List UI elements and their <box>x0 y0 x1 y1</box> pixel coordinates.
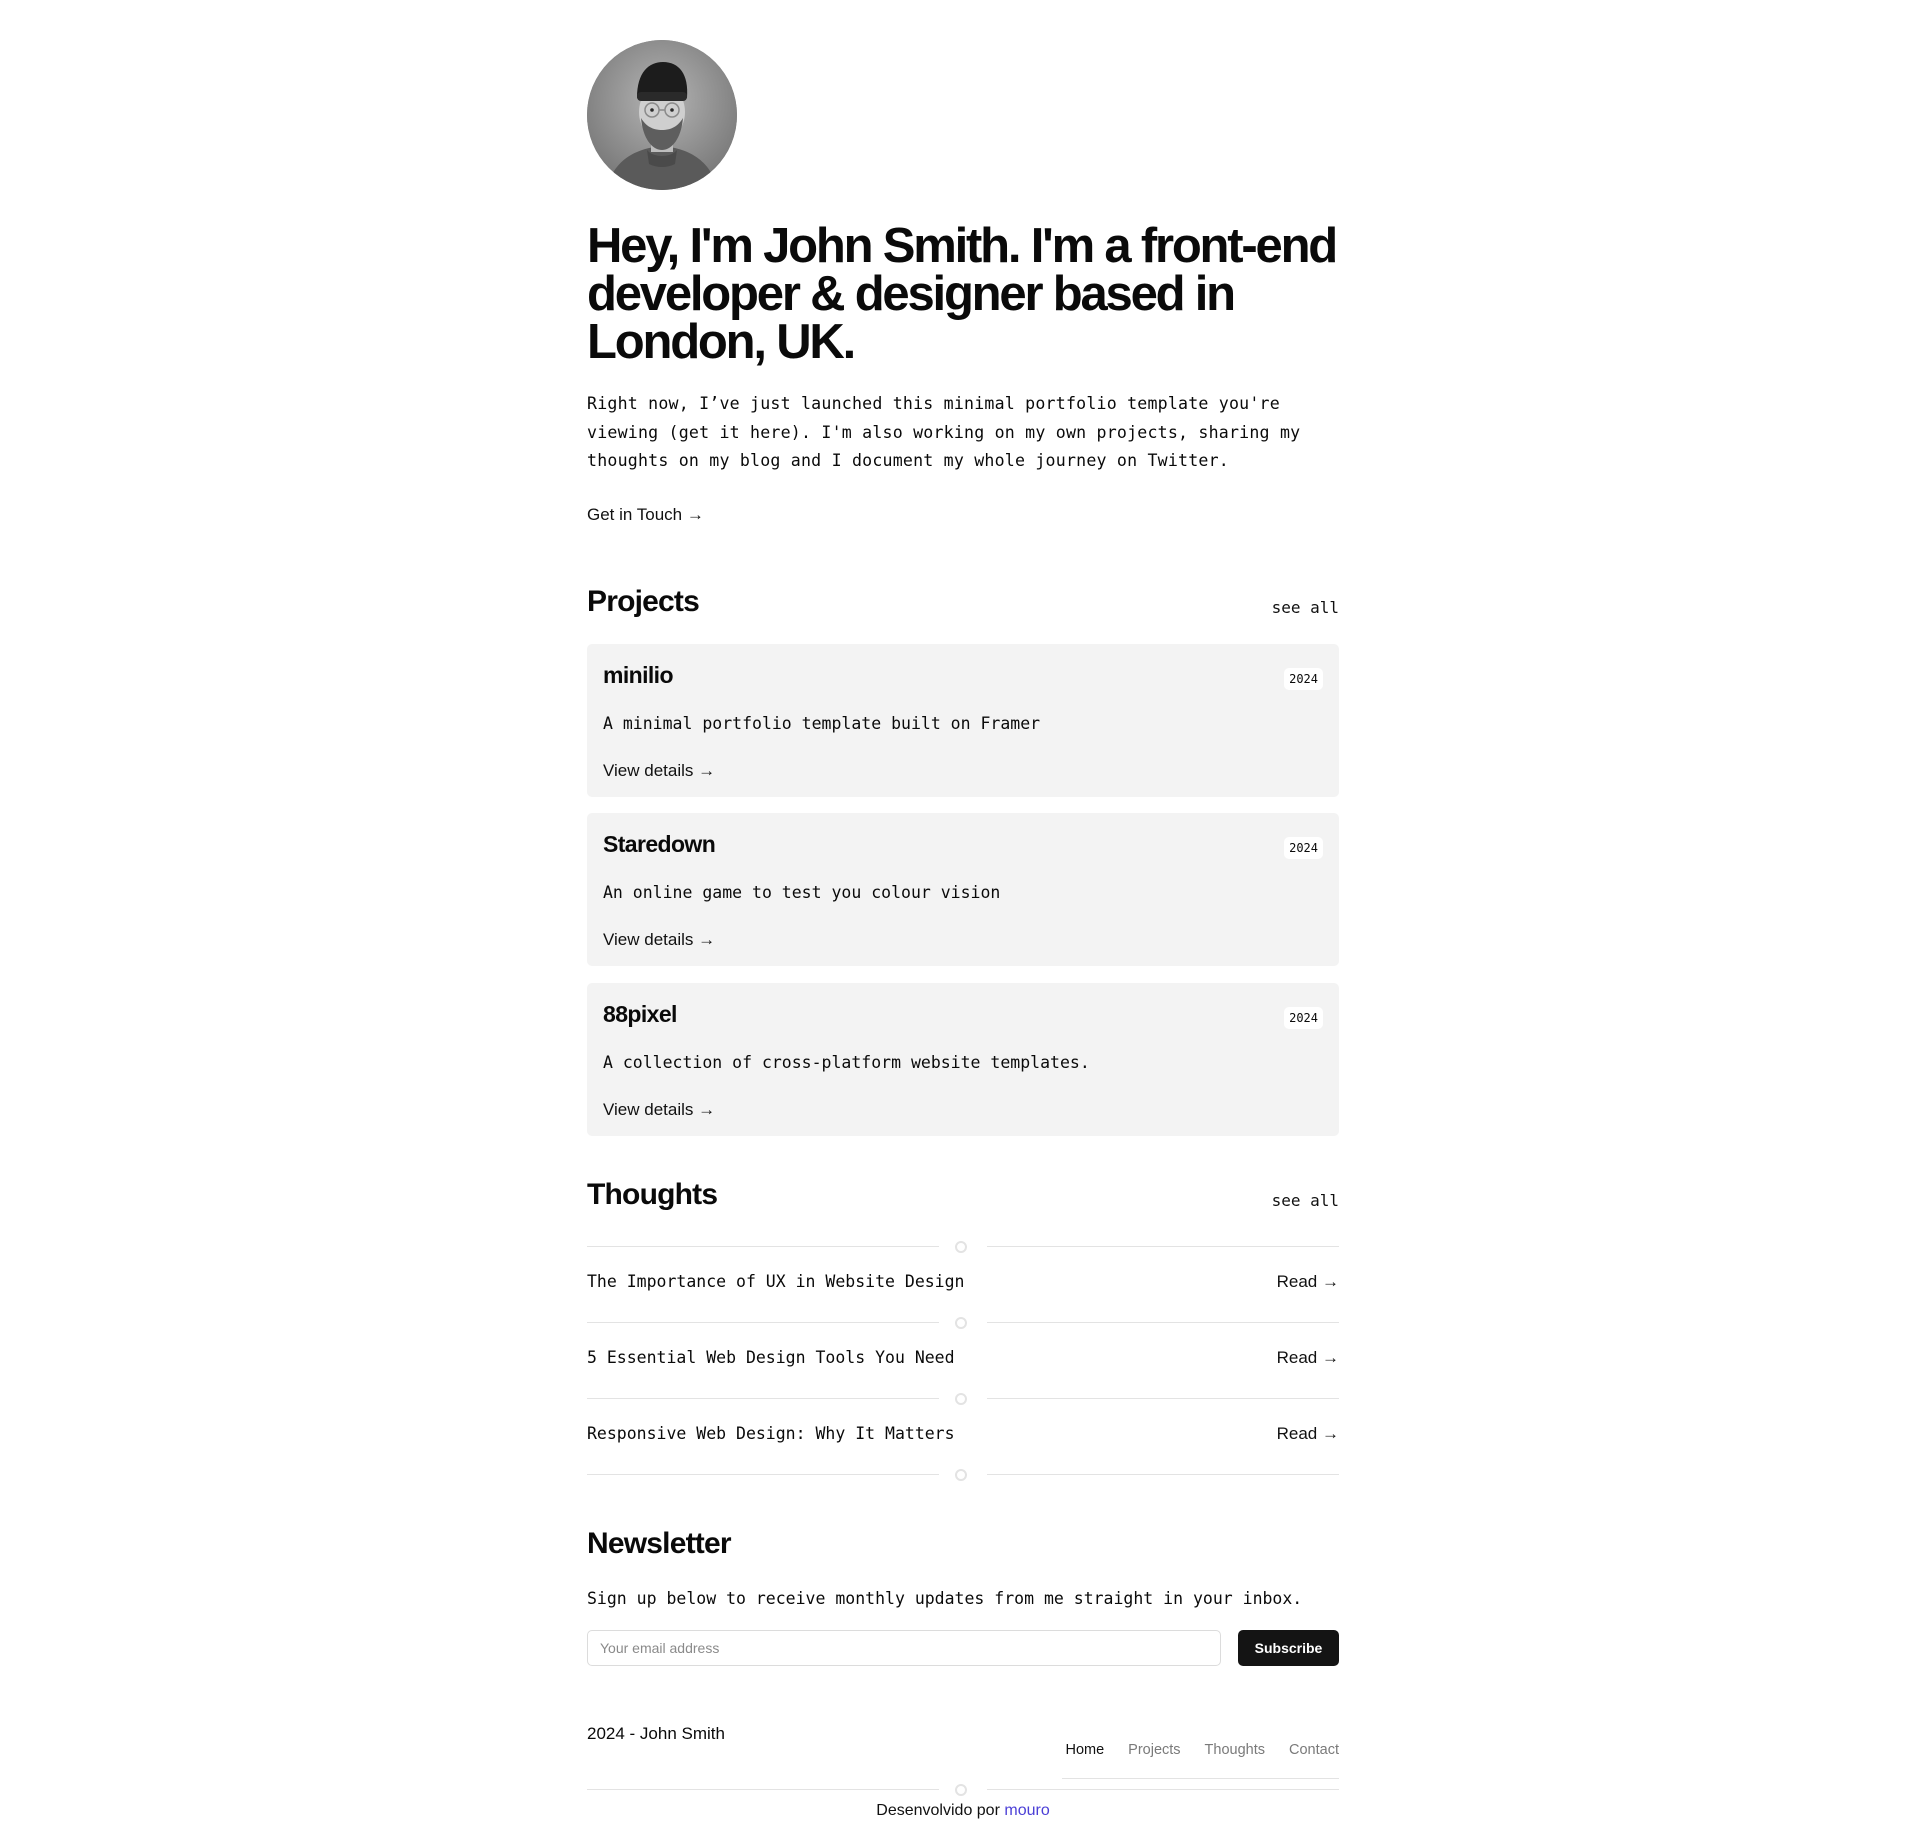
get-in-touch-link[interactable]: Get in Touch → <box>587 505 704 525</box>
project-view-details-link[interactable]: View details → <box>603 761 715 781</box>
thoughts-heading: Thoughts <box>587 1178 718 1211</box>
project-view-details-link[interactable]: View details → <box>603 1100 715 1120</box>
thought-read-link[interactable]: Read → <box>1277 1348 1339 1368</box>
thought-read-link[interactable]: Read → <box>1277 1272 1339 1292</box>
project-description: An online game to test you colour vision <box>603 883 1001 902</box>
hero-intro-text: Right now, I’ve just launched this minim… <box>587 394 1301 470</box>
thoughts-divider <box>587 1467 1339 1483</box>
email-field[interactable] <box>587 1630 1221 1666</box>
hero-title: Hey, I'm John Smith. I'm a front-end dev… <box>587 219 1338 369</box>
thought-item[interactable]: 5 Essential Web Design Tools You Need Re… <box>587 1344 1339 1374</box>
circle-divider-icon <box>955 1469 967 1481</box>
footer-nav-underline <box>1062 1778 1339 1779</box>
projects-see-all-link[interactable]: see all <box>1272 598 1339 617</box>
project-year-badge: 2024 <box>1284 668 1323 690</box>
project-year-badge: 2024 <box>1284 1007 1323 1029</box>
project-description: A minimal portfolio template built on Fr… <box>603 714 1041 733</box>
project-card-minilio[interactable]: minilio 2024 A minimal portfolio templat… <box>587 644 1339 797</box>
footer-nav-projects[interactable]: Projects <box>1128 1742 1180 1758</box>
footer-nav-home[interactable]: Home <box>1065 1742 1104 1758</box>
projects-heading: Projects <box>587 585 700 618</box>
thought-read-link[interactable]: Read → <box>1277 1424 1339 1444</box>
credit-prefix: Desenvolvido por <box>876 1802 1000 1819</box>
project-card-88pixel[interactable]: 88pixel 2024 A collection of cross-platf… <box>587 983 1339 1136</box>
footer-copyright: 2024 - John Smith <box>587 1724 725 1743</box>
thought-item[interactable]: The Importance of UX in Website Design R… <box>587 1268 1339 1298</box>
circle-divider-icon <box>955 1393 967 1405</box>
project-description: A collection of cross-platform website t… <box>603 1053 1090 1072</box>
thoughts-divider <box>587 1239 1339 1255</box>
thought-title: 5 Essential Web Design Tools You Need <box>587 1348 955 1367</box>
avatar-portrait-image <box>587 40 737 190</box>
footer-divider <box>587 1782 1339 1798</box>
avatar <box>587 40 737 190</box>
thought-title: Responsive Web Design: Why It Matters <box>587 1424 955 1443</box>
thoughts-divider <box>587 1391 1339 1407</box>
subscribe-button[interactable]: Subscribe <box>1238 1630 1339 1666</box>
thoughts-see-all-link[interactable]: see all <box>1272 1191 1339 1210</box>
newsletter-description: Sign up below to receive monthly updates… <box>587 1589 1303 1608</box>
circle-divider-icon <box>955 1317 967 1329</box>
circle-divider-icon <box>955 1784 967 1796</box>
footer-nav-thoughts[interactable]: Thoughts <box>1205 1742 1265 1758</box>
footer-credit: Desenvolvido por mouro <box>587 1802 1339 1820</box>
thought-item[interactable]: Responsive Web Design: Why It Matters Re… <box>587 1420 1339 1450</box>
project-card-staredown[interactable]: Staredown 2024 An online game to test yo… <box>587 813 1339 966</box>
thought-title: The Importance of UX in Website Design <box>587 1272 965 1291</box>
circle-divider-icon <box>955 1241 967 1253</box>
project-title: 88pixel <box>603 1001 677 1027</box>
footer-nav: Home Projects Thoughts Contact <box>1065 1742 1339 1758</box>
project-title: Staredown <box>603 831 716 857</box>
footer-nav-contact[interactable]: Contact <box>1289 1742 1339 1758</box>
project-title: minilio <box>603 662 674 688</box>
project-view-details-link[interactable]: View details → <box>603 930 715 950</box>
credit-author-link[interactable]: mouro <box>1004 1802 1049 1819</box>
newsletter-heading: Newsletter <box>587 1527 732 1560</box>
project-year-badge: 2024 <box>1284 837 1323 859</box>
thoughts-divider <box>587 1315 1339 1331</box>
